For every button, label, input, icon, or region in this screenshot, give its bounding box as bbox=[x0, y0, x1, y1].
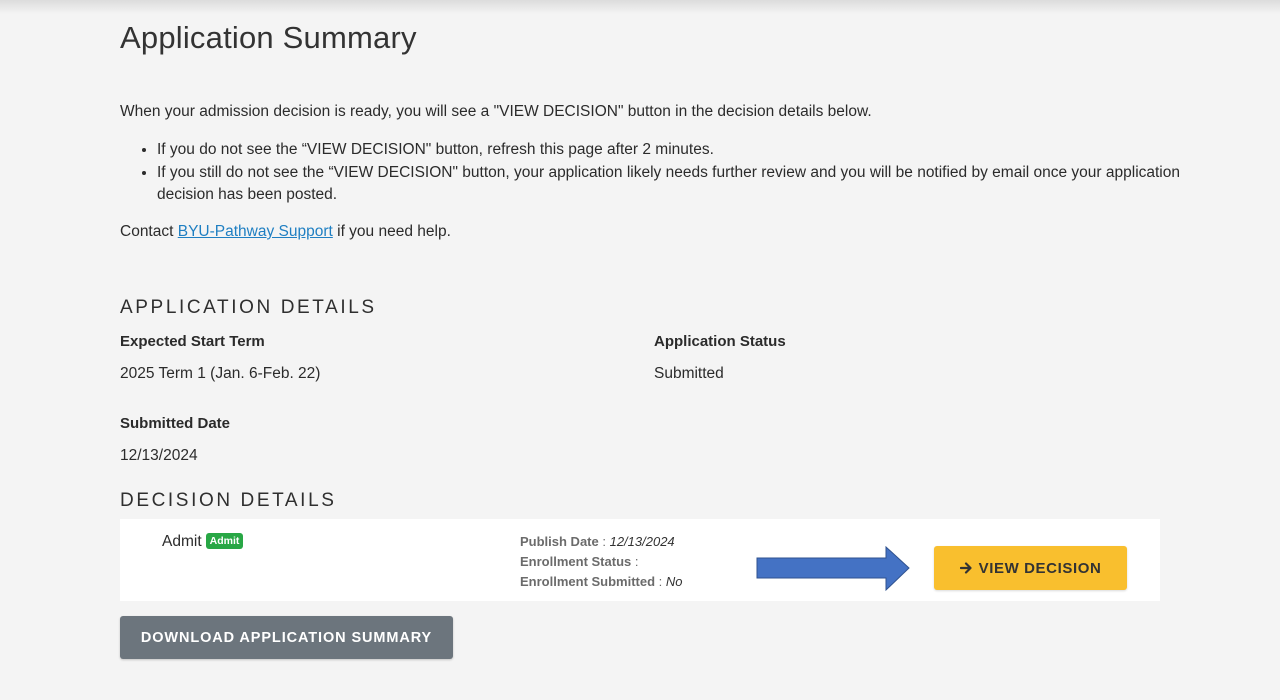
start-term-label: Expected Start Term bbox=[120, 333, 265, 350]
application-status-label: Application Status bbox=[654, 333, 786, 350]
top-shadow bbox=[0, 0, 1280, 14]
contact-line: Contact BYU-Pathway Support if you need … bbox=[120, 222, 451, 242]
decision-text: Admit bbox=[162, 533, 202, 550]
instructions-list: If you do not see the “VIEW DECISION" bu… bbox=[120, 139, 1187, 207]
support-link[interactable]: BYU-Pathway Support bbox=[178, 223, 333, 240]
start-term-value: 2025 Term 1 (Jan. 6-Feb. 22) bbox=[120, 365, 321, 382]
decision-card: Admit Admit Publish Date : 12/13/2024 Enr… bbox=[120, 519, 1160, 601]
enrollment-status-label: Enrollment Status bbox=[520, 554, 632, 569]
arrow-right-icon bbox=[959, 562, 972, 574]
publish-date-row: Publish Date : 12/13/2024 bbox=[520, 534, 675, 549]
status-badge: Admit bbox=[205, 533, 244, 549]
page-title: Application Summary bbox=[120, 20, 417, 55]
publish-date-label: Publish Date bbox=[520, 534, 599, 549]
submitted-date-label: Submitted Date bbox=[120, 415, 231, 432]
list-item: If you still do not see the “VIEW DECISI… bbox=[157, 162, 1187, 207]
submitted-date-value: 12/13/2024 bbox=[120, 447, 198, 464]
decision-meta: Publish Date : 12/13/2024 Enrollment Sta… bbox=[520, 532, 683, 592]
list-item: If you do not see the “VIEW DECISION" bu… bbox=[157, 139, 1187, 162]
decision-result: Admit Admit bbox=[162, 533, 244, 551]
contact-prefix: Contact bbox=[120, 223, 174, 240]
download-summary-button[interactable]: DOWNLOAD APPLICATION SUMMARY bbox=[120, 616, 453, 659]
enrollment-status-row: Enrollment Status : bbox=[520, 554, 639, 569]
enrollment-submitted-row: Enrollment Submitted : No bbox=[520, 574, 683, 589]
view-decision-button[interactable]: VIEW DECISION bbox=[934, 546, 1127, 590]
enrollment-submitted-value: No bbox=[665, 574, 683, 589]
application-status-value: Submitted bbox=[654, 365, 724, 382]
decision-details-heading: DECISION DETAILS bbox=[120, 490, 337, 511]
enrollment-submitted-label: Enrollment Submitted bbox=[520, 574, 656, 589]
publish-date-value: 12/13/2024 bbox=[609, 534, 675, 549]
application-details-heading: APPLICATION DETAILS bbox=[120, 297, 377, 318]
pointer-arrow-icon bbox=[756, 546, 910, 592]
view-decision-label: VIEW DECISION bbox=[978, 559, 1102, 577]
intro-text: When your admission decision is ready, y… bbox=[120, 103, 872, 120]
contact-suffix: if you need help. bbox=[337, 223, 451, 240]
